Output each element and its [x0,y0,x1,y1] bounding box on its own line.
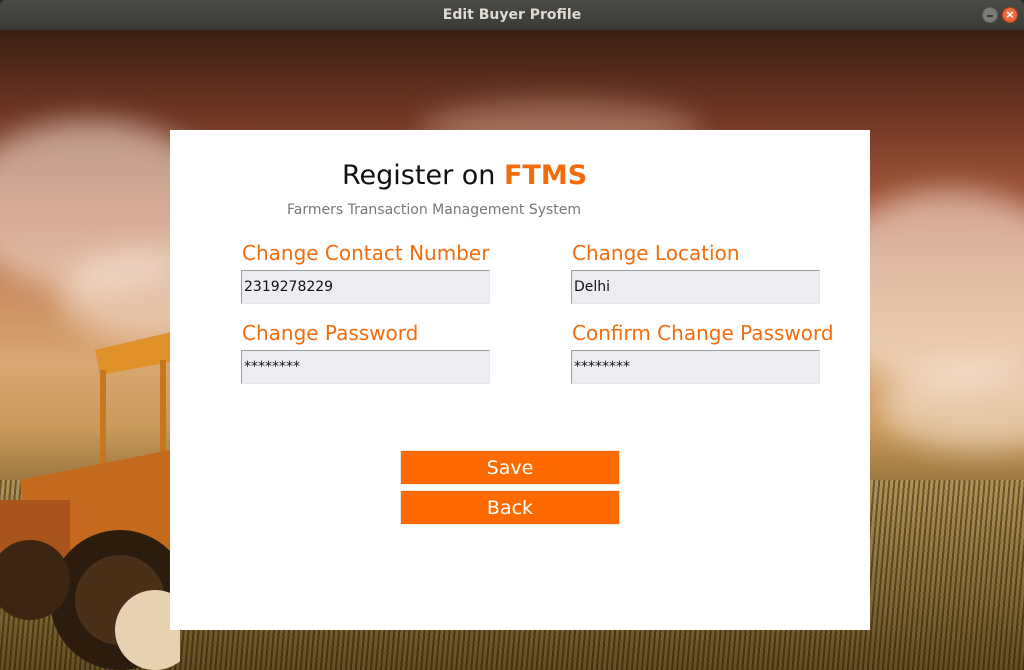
page-title: Register on FTMS [342,160,587,191]
subtitle: Farmers Transaction Management System [287,202,582,218]
contact-number-label: Change Contact Number [242,241,490,265]
brand-name: FTMS [503,160,588,191]
minimize-icon[interactable] [982,7,998,23]
password-input[interactable]: ******** [241,350,490,384]
location-input[interactable]: Delhi [571,270,820,304]
back-button[interactable]: Back [400,490,620,525]
window-titlebar[interactable]: Edit Buyer Profile × [0,0,1024,30]
register-panel: Register on FTMS Farmers Transaction Man… [170,130,870,630]
title-prefix: Register on [342,160,504,191]
confirm-password-label: Confirm Change Password [572,321,834,345]
window-title: Edit Buyer Profile [442,7,582,23]
tractor-illustration [0,330,180,670]
confirm-password-input[interactable]: ******** [571,350,820,384]
close-icon[interactable]: × [1002,7,1018,23]
password-label: Change Password [242,321,419,345]
contact-number-input[interactable]: 2319278229 [241,270,490,304]
save-button[interactable]: Save [400,450,620,485]
location-label: Change Location [572,241,740,265]
close-glyph: × [1005,8,1015,21]
